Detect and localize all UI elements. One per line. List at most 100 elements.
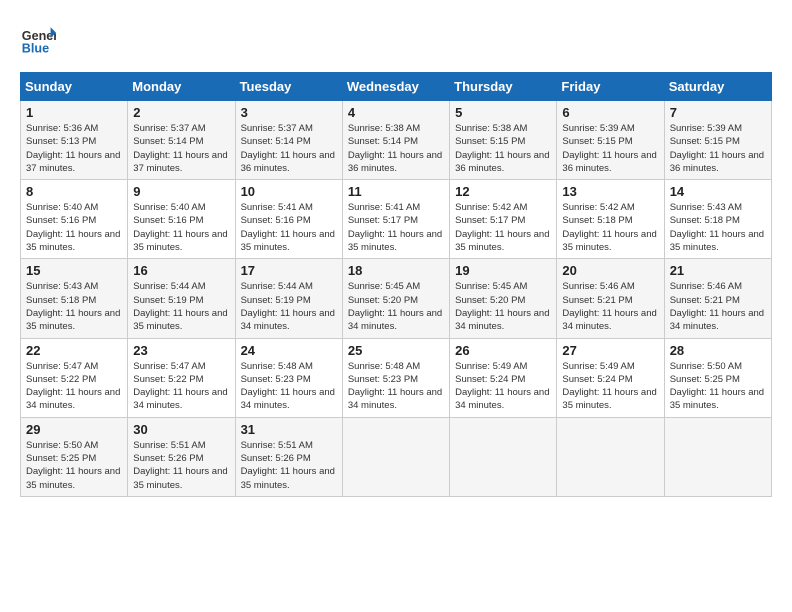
day-number: 5: [455, 105, 551, 120]
day-cell: 5 Sunrise: 5:38 AMSunset: 5:15 PMDayligh…: [450, 101, 557, 180]
day-number: 3: [241, 105, 337, 120]
day-number: 25: [348, 343, 444, 358]
day-cell: 16 Sunrise: 5:44 AMSunset: 5:19 PMDaylig…: [128, 259, 235, 338]
day-info: Sunrise: 5:44 AMSunset: 5:19 PMDaylight:…: [133, 281, 227, 332]
week-row-2: 8 Sunrise: 5:40 AMSunset: 5:16 PMDayligh…: [21, 180, 772, 259]
day-number: 11: [348, 184, 444, 199]
day-cell: [342, 417, 449, 496]
day-number: 23: [133, 343, 229, 358]
day-info: Sunrise: 5:43 AMSunset: 5:18 PMDaylight:…: [670, 202, 764, 253]
day-cell: 21 Sunrise: 5:46 AMSunset: 5:21 PMDaylig…: [664, 259, 771, 338]
day-info: Sunrise: 5:51 AMSunset: 5:26 PMDaylight:…: [133, 440, 227, 491]
day-cell: 8 Sunrise: 5:40 AMSunset: 5:16 PMDayligh…: [21, 180, 128, 259]
day-cell: 24 Sunrise: 5:48 AMSunset: 5:23 PMDaylig…: [235, 338, 342, 417]
day-cell: 14 Sunrise: 5:43 AMSunset: 5:18 PMDaylig…: [664, 180, 771, 259]
week-row-4: 22 Sunrise: 5:47 AMSunset: 5:22 PMDaylig…: [21, 338, 772, 417]
day-info: Sunrise: 5:42 AMSunset: 5:17 PMDaylight:…: [455, 202, 549, 253]
day-info: Sunrise: 5:37 AMSunset: 5:14 PMDaylight:…: [133, 123, 227, 174]
day-cell: 12 Sunrise: 5:42 AMSunset: 5:17 PMDaylig…: [450, 180, 557, 259]
day-number: 19: [455, 263, 551, 278]
day-cell: 10 Sunrise: 5:41 AMSunset: 5:16 PMDaylig…: [235, 180, 342, 259]
day-cell: 22 Sunrise: 5:47 AMSunset: 5:22 PMDaylig…: [21, 338, 128, 417]
weekday-header-wednesday: Wednesday: [342, 73, 449, 101]
day-number: 26: [455, 343, 551, 358]
day-number: 20: [562, 263, 658, 278]
day-number: 9: [133, 184, 229, 199]
day-cell: [664, 417, 771, 496]
weekday-header-thursday: Thursday: [450, 73, 557, 101]
day-cell: [450, 417, 557, 496]
day-number: 29: [26, 422, 122, 437]
day-number: 24: [241, 343, 337, 358]
day-info: Sunrise: 5:50 AMSunset: 5:25 PMDaylight:…: [26, 440, 120, 491]
day-info: Sunrise: 5:40 AMSunset: 5:16 PMDaylight:…: [26, 202, 120, 253]
day-number: 10: [241, 184, 337, 199]
weekday-header-row: SundayMondayTuesdayWednesdayThursdayFrid…: [21, 73, 772, 101]
day-cell: 17 Sunrise: 5:44 AMSunset: 5:19 PMDaylig…: [235, 259, 342, 338]
day-cell: 6 Sunrise: 5:39 AMSunset: 5:15 PMDayligh…: [557, 101, 664, 180]
weekday-header-sunday: Sunday: [21, 73, 128, 101]
day-info: Sunrise: 5:39 AMSunset: 5:15 PMDaylight:…: [562, 123, 656, 174]
day-info: Sunrise: 5:37 AMSunset: 5:14 PMDaylight:…: [241, 123, 335, 174]
day-cell: 18 Sunrise: 5:45 AMSunset: 5:20 PMDaylig…: [342, 259, 449, 338]
day-number: 30: [133, 422, 229, 437]
day-number: 14: [670, 184, 766, 199]
logo-icon: General Blue: [20, 20, 56, 56]
day-info: Sunrise: 5:51 AMSunset: 5:26 PMDaylight:…: [241, 440, 335, 491]
day-number: 13: [562, 184, 658, 199]
day-info: Sunrise: 5:39 AMSunset: 5:15 PMDaylight:…: [670, 123, 764, 174]
day-number: 27: [562, 343, 658, 358]
day-info: Sunrise: 5:47 AMSunset: 5:22 PMDaylight:…: [26, 361, 120, 412]
day-info: Sunrise: 5:45 AMSunset: 5:20 PMDaylight:…: [455, 281, 549, 332]
day-cell: 27 Sunrise: 5:49 AMSunset: 5:24 PMDaylig…: [557, 338, 664, 417]
weekday-header-friday: Friday: [557, 73, 664, 101]
day-info: Sunrise: 5:44 AMSunset: 5:19 PMDaylight:…: [241, 281, 335, 332]
week-row-1: 1 Sunrise: 5:36 AMSunset: 5:13 PMDayligh…: [21, 101, 772, 180]
day-cell: [557, 417, 664, 496]
day-info: Sunrise: 5:46 AMSunset: 5:21 PMDaylight:…: [562, 281, 656, 332]
day-cell: 28 Sunrise: 5:50 AMSunset: 5:25 PMDaylig…: [664, 338, 771, 417]
day-cell: 13 Sunrise: 5:42 AMSunset: 5:18 PMDaylig…: [557, 180, 664, 259]
day-cell: 25 Sunrise: 5:48 AMSunset: 5:23 PMDaylig…: [342, 338, 449, 417]
calendar-table: SundayMondayTuesdayWednesdayThursdayFrid…: [20, 72, 772, 497]
day-cell: 11 Sunrise: 5:41 AMSunset: 5:17 PMDaylig…: [342, 180, 449, 259]
day-number: 12: [455, 184, 551, 199]
week-row-5: 29 Sunrise: 5:50 AMSunset: 5:25 PMDaylig…: [21, 417, 772, 496]
day-info: Sunrise: 5:38 AMSunset: 5:14 PMDaylight:…: [348, 123, 442, 174]
day-cell: 3 Sunrise: 5:37 AMSunset: 5:14 PMDayligh…: [235, 101, 342, 180]
day-number: 21: [670, 263, 766, 278]
day-cell: 31 Sunrise: 5:51 AMSunset: 5:26 PMDaylig…: [235, 417, 342, 496]
day-info: Sunrise: 5:48 AMSunset: 5:23 PMDaylight:…: [348, 361, 442, 412]
weekday-header-saturday: Saturday: [664, 73, 771, 101]
page-header: General Blue: [20, 20, 772, 56]
day-info: Sunrise: 5:38 AMSunset: 5:15 PMDaylight:…: [455, 123, 549, 174]
day-info: Sunrise: 5:50 AMSunset: 5:25 PMDaylight:…: [670, 361, 764, 412]
day-number: 17: [241, 263, 337, 278]
day-cell: 23 Sunrise: 5:47 AMSunset: 5:22 PMDaylig…: [128, 338, 235, 417]
day-info: Sunrise: 5:43 AMSunset: 5:18 PMDaylight:…: [26, 281, 120, 332]
weekday-header-monday: Monday: [128, 73, 235, 101]
day-info: Sunrise: 5:49 AMSunset: 5:24 PMDaylight:…: [455, 361, 549, 412]
day-number: 31: [241, 422, 337, 437]
weekday-header-tuesday: Tuesday: [235, 73, 342, 101]
day-cell: 4 Sunrise: 5:38 AMSunset: 5:14 PMDayligh…: [342, 101, 449, 180]
day-number: 16: [133, 263, 229, 278]
day-number: 2: [133, 105, 229, 120]
svg-text:Blue: Blue: [22, 41, 49, 55]
day-cell: 20 Sunrise: 5:46 AMSunset: 5:21 PMDaylig…: [557, 259, 664, 338]
day-cell: 19 Sunrise: 5:45 AMSunset: 5:20 PMDaylig…: [450, 259, 557, 338]
day-info: Sunrise: 5:41 AMSunset: 5:16 PMDaylight:…: [241, 202, 335, 253]
week-row-3: 15 Sunrise: 5:43 AMSunset: 5:18 PMDaylig…: [21, 259, 772, 338]
day-number: 18: [348, 263, 444, 278]
day-number: 1: [26, 105, 122, 120]
day-info: Sunrise: 5:41 AMSunset: 5:17 PMDaylight:…: [348, 202, 442, 253]
day-cell: 2 Sunrise: 5:37 AMSunset: 5:14 PMDayligh…: [128, 101, 235, 180]
day-info: Sunrise: 5:49 AMSunset: 5:24 PMDaylight:…: [562, 361, 656, 412]
day-cell: 26 Sunrise: 5:49 AMSunset: 5:24 PMDaylig…: [450, 338, 557, 417]
day-info: Sunrise: 5:42 AMSunset: 5:18 PMDaylight:…: [562, 202, 656, 253]
day-number: 4: [348, 105, 444, 120]
day-number: 8: [26, 184, 122, 199]
day-info: Sunrise: 5:46 AMSunset: 5:21 PMDaylight:…: [670, 281, 764, 332]
day-cell: 29 Sunrise: 5:50 AMSunset: 5:25 PMDaylig…: [21, 417, 128, 496]
day-info: Sunrise: 5:47 AMSunset: 5:22 PMDaylight:…: [133, 361, 227, 412]
